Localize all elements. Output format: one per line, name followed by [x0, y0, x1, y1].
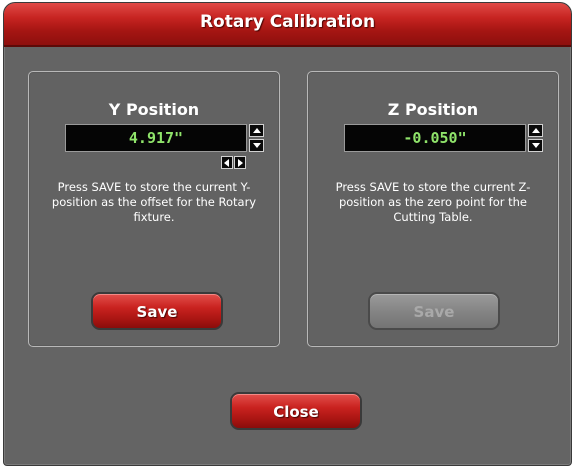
y-position-spinner [249, 124, 264, 152]
arrow-down-icon [532, 143, 540, 148]
arrow-up-icon [253, 128, 261, 133]
z-increment-button[interactable] [528, 124, 543, 137]
z-decrement-button[interactable] [528, 139, 543, 152]
arrow-down-icon [253, 143, 261, 148]
y-step-selector [221, 156, 247, 169]
y-step-left-button[interactable] [221, 156, 233, 169]
y-position-description: Press SAVE to store the current Y-positi… [51, 180, 257, 224]
rotary-calibration-dialog: Rotary Calibration Y Position 4.917" Pre… [3, 2, 572, 466]
z-position-spinner [528, 124, 543, 152]
y-position-title: Y Position [108, 100, 200, 119]
title-bar: Rotary Calibration [4, 3, 571, 47]
z-position-title: Z Position [387, 100, 479, 119]
y-position-display: 4.917" [65, 124, 247, 152]
close-button[interactable]: Close [230, 392, 362, 430]
y-save-button[interactable]: Save [91, 292, 223, 330]
arrow-left-icon [224, 159, 229, 167]
arrow-up-icon [532, 128, 540, 133]
dialog-title: Rotary Calibration [199, 12, 376, 32]
y-step-right-button[interactable] [234, 156, 246, 169]
z-position-description: Press SAVE to store the current Z-positi… [335, 180, 531, 224]
z-position-display: -0.050" [344, 124, 526, 152]
y-position-panel: Y Position 4.917" Press SAVE to store th… [28, 71, 280, 347]
arrow-right-icon [238, 159, 243, 167]
y-decrement-button[interactable] [249, 139, 264, 152]
z-save-button-disabled[interactable]: Save [368, 292, 500, 330]
y-increment-button[interactable] [249, 124, 264, 137]
z-position-panel: Z Position -0.050" Press SAVE to store t… [307, 71, 559, 347]
